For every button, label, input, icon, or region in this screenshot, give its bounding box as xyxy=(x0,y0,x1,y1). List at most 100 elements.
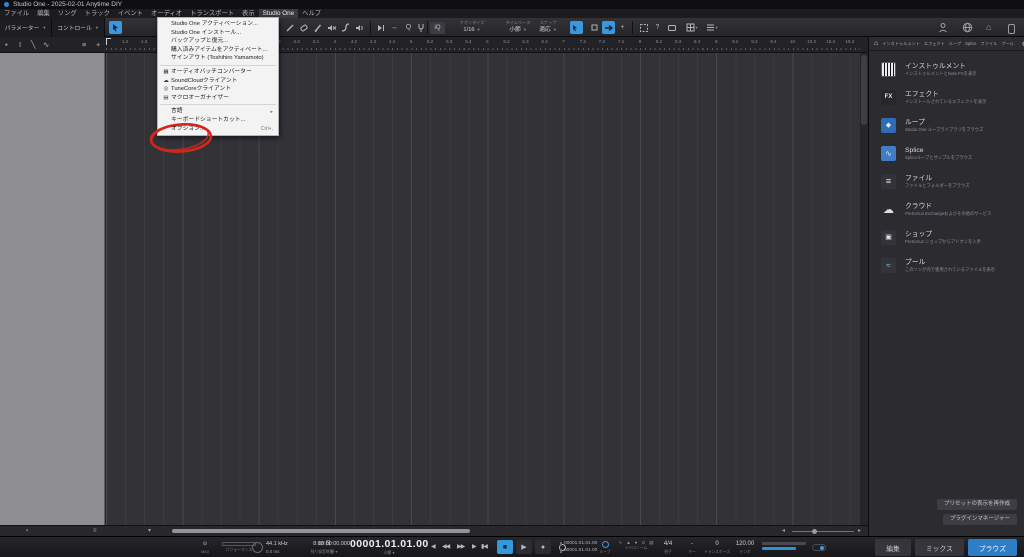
browser-tab[interactable]: Splice xyxy=(965,41,976,46)
loop-range[interactable]: 00001.01.01.00 00001.01.01.00 xyxy=(560,541,597,554)
crosshair-button[interactable]: + xyxy=(616,21,629,34)
eraser-tool-button[interactable] xyxy=(297,21,310,34)
browser-tab[interactable]: ループ xyxy=(949,41,961,47)
stop-button[interactable]: ■ xyxy=(497,540,513,554)
browser-item-loops[interactable]: ◆ ループ Studio One ループライブラリをブラウズ xyxy=(869,111,1024,139)
menu-item[interactable]: オプション... Ctrl+, xyxy=(158,125,278,134)
menubar-item[interactable]: トラック xyxy=(81,9,114,18)
tempo-display[interactable]: 120.00 テンポ xyxy=(732,540,758,555)
tuner-button[interactable] xyxy=(414,21,427,34)
listen-tool-button[interactable] xyxy=(353,21,366,34)
view-tab-ミックス[interactable]: ミックス xyxy=(914,539,964,556)
browser-item-pool[interactable]: ≈ プール このソング内で使用されているファイルを表示 xyxy=(869,251,1024,279)
small-grid-icon[interactable]: ▪ xyxy=(26,527,28,536)
menu-item[interactable]: バックアップと復元... xyxy=(158,37,278,46)
menubar-item[interactable]: ヘルプ xyxy=(298,9,325,18)
view-tab-ブラウズ[interactable]: ブラウズ xyxy=(967,539,1017,556)
output-toggle[interactable] xyxy=(812,544,826,551)
menu-item[interactable]: ▤ マクロオーガナイザー xyxy=(158,94,278,103)
menu-item[interactable]: ☁ SoundCloudクライアント xyxy=(158,77,278,86)
view-tab-編集[interactable]: 編集 xyxy=(875,539,911,556)
loop-toggle[interactable]: ループ xyxy=(596,540,614,555)
grid-display-icon[interactable]: ▪ xyxy=(5,39,8,51)
plugin-manager-button[interactable]: プラグインマネージャー xyxy=(942,514,1017,525)
menu-item[interactable]: ▦ オーディオバッチコンバーター xyxy=(158,68,278,77)
help-button[interactable]: ? xyxy=(651,21,664,34)
timestretch-button[interactable]: ↔ xyxy=(388,21,401,34)
precount-icon[interactable]: ∿ xyxy=(618,540,622,545)
autoscroll-button[interactable] xyxy=(374,21,387,34)
zoom-slider[interactable] xyxy=(792,531,854,532)
browser-item-effects[interactable]: FX エフェクト インストールされているエフェクトを表示 xyxy=(869,83,1024,111)
browser-item-splice[interactable]: ∿ Splice Spliceループとサンプルをブラウズ xyxy=(869,139,1024,167)
record-button[interactable]: ● xyxy=(535,540,551,554)
return-to-start-button[interactable]: ▮◀ xyxy=(481,543,488,550)
zoom-in-icon[interactable]: ▸ xyxy=(858,527,861,536)
transpose-display[interactable]: 0 トランスポーズ xyxy=(702,540,732,555)
view-mode-dropdown[interactable]: ▾ xyxy=(148,527,151,536)
paint-tool-button[interactable] xyxy=(283,21,296,34)
browser-item-instruments[interactable]: インストゥルメント インストゥルメントとNote FXを表示 xyxy=(869,55,1024,83)
editor-view-button[interactable] xyxy=(665,21,678,34)
add-lane-icon[interactable]: + xyxy=(96,39,100,51)
zoom-slider-handle[interactable] xyxy=(812,529,817,534)
mute-tool-button[interactable] xyxy=(325,21,338,34)
click-pattern-icon[interactable]: ▤ xyxy=(649,540,653,545)
browser-tab[interactable]: エフェクト xyxy=(924,41,945,47)
play-button[interactable]: ▶ xyxy=(516,540,532,554)
fast-forward-button[interactable]: ▶▶ xyxy=(457,543,465,550)
vertical-scrollbar[interactable] xyxy=(860,53,868,525)
cursor-follow-button[interactable] xyxy=(602,21,615,34)
text-cursor-icon[interactable]: I xyxy=(19,39,21,51)
rewind-button[interactable]: ◀◀ xyxy=(442,543,450,550)
menu-item[interactable]: サインアウト (Toshihiro Yamamoto) xyxy=(158,54,278,63)
menubar-item[interactable]: 編集 xyxy=(33,9,54,18)
line-tool-icon[interactable]: ╲ xyxy=(31,39,36,51)
metronome-cluster[interactable]: ∿ ▲ ● ⊙ ▤ メトロノーム xyxy=(614,540,658,551)
recreate-preset-view-button[interactable]: プリセットの表示を再作成 xyxy=(936,499,1017,510)
home-icon[interactable]: ⌂ xyxy=(986,22,991,33)
browser-item-cloud[interactable]: ☁ クラウド PreSonus Exchangeおよびその他のサービス xyxy=(869,195,1024,223)
input-quantize-button[interactable]: iQ xyxy=(430,22,445,34)
menu-item[interactable]: ◎ TuneCoreクライアント xyxy=(158,85,278,94)
key-display[interactable]: - キー xyxy=(684,540,700,555)
grid-view-dropdown[interactable]: ▼ xyxy=(683,21,701,34)
menubar-item[interactable]: ソング xyxy=(54,9,81,18)
menubar-item[interactable]: イベント xyxy=(114,9,147,18)
curve-tool-icon[interactable]: ∿ xyxy=(43,39,49,51)
browser-home-icon[interactable]: ⌂ xyxy=(874,40,878,47)
browser-item-files[interactable]: ≡ ファイル ファイルとフォルダーをブラウズ xyxy=(869,167,1024,195)
menu-item[interactable]: 購入済みアイテムをアクティベート... xyxy=(158,46,278,55)
menu-item[interactable]: 言語 ▸ xyxy=(158,107,278,116)
list-view-dropdown[interactable]: ▼ xyxy=(703,21,721,34)
horizontal-scrollbar-thumb[interactable] xyxy=(172,529,470,533)
quantize-dropdown[interactable]: クオンタイズ 1/16 ▼ xyxy=(450,20,494,34)
time-signature[interactable]: 4/4 拍子 xyxy=(658,540,678,555)
zoom-out-icon[interactable]: ◂ xyxy=(782,527,785,536)
previous-bar-button[interactable]: ◀ xyxy=(431,543,436,550)
small-list-icon[interactable]: ≡ xyxy=(93,527,97,536)
menubar-item[interactable]: ファイル xyxy=(0,9,33,18)
parameter-dropdown[interactable]: パラメーター ▼ xyxy=(0,18,52,37)
lane-list-icon[interactable]: ≡ xyxy=(82,39,86,51)
snap-toggle-button[interactable] xyxy=(570,21,583,34)
bend-tool-button[interactable] xyxy=(339,21,352,34)
browser-item-shop[interactable]: ▣ ショップ PreSonus ショップからアドオンを入手 xyxy=(869,223,1024,251)
next-bar-button[interactable]: ▶ xyxy=(472,543,477,550)
browser-tab[interactable]: プール xyxy=(1001,41,1014,47)
snap-dropdown[interactable]: スナップ 適応 ▼ xyxy=(528,20,568,34)
main-time-display[interactable]: 00001.01.01.00 小節 ▾ xyxy=(350,539,428,556)
browser-tab[interactable]: インストゥルメント xyxy=(882,41,920,47)
vertical-scrollbar-thumb[interactable] xyxy=(861,55,867,125)
arrow-tool-button[interactable] xyxy=(109,21,122,34)
track-mode-button[interactable] xyxy=(588,21,601,34)
playhead-marker[interactable] xyxy=(106,38,111,45)
user-profile-icon[interactable] xyxy=(938,22,948,36)
browser-tab[interactable]: ファイル xyxy=(981,41,998,47)
secondary-time-display[interactable]: 00:00:00.000 秒 ▾ xyxy=(316,540,352,555)
control-dropdown[interactable]: コントロール ▼ xyxy=(52,18,105,37)
presonus-sphere-icon[interactable] xyxy=(962,22,973,36)
zoom-region-button[interactable] xyxy=(637,21,650,34)
menu-item[interactable]: Studio One インストール... xyxy=(158,29,278,38)
menu-item[interactable]: Studio One アクティベーション... xyxy=(158,20,278,29)
